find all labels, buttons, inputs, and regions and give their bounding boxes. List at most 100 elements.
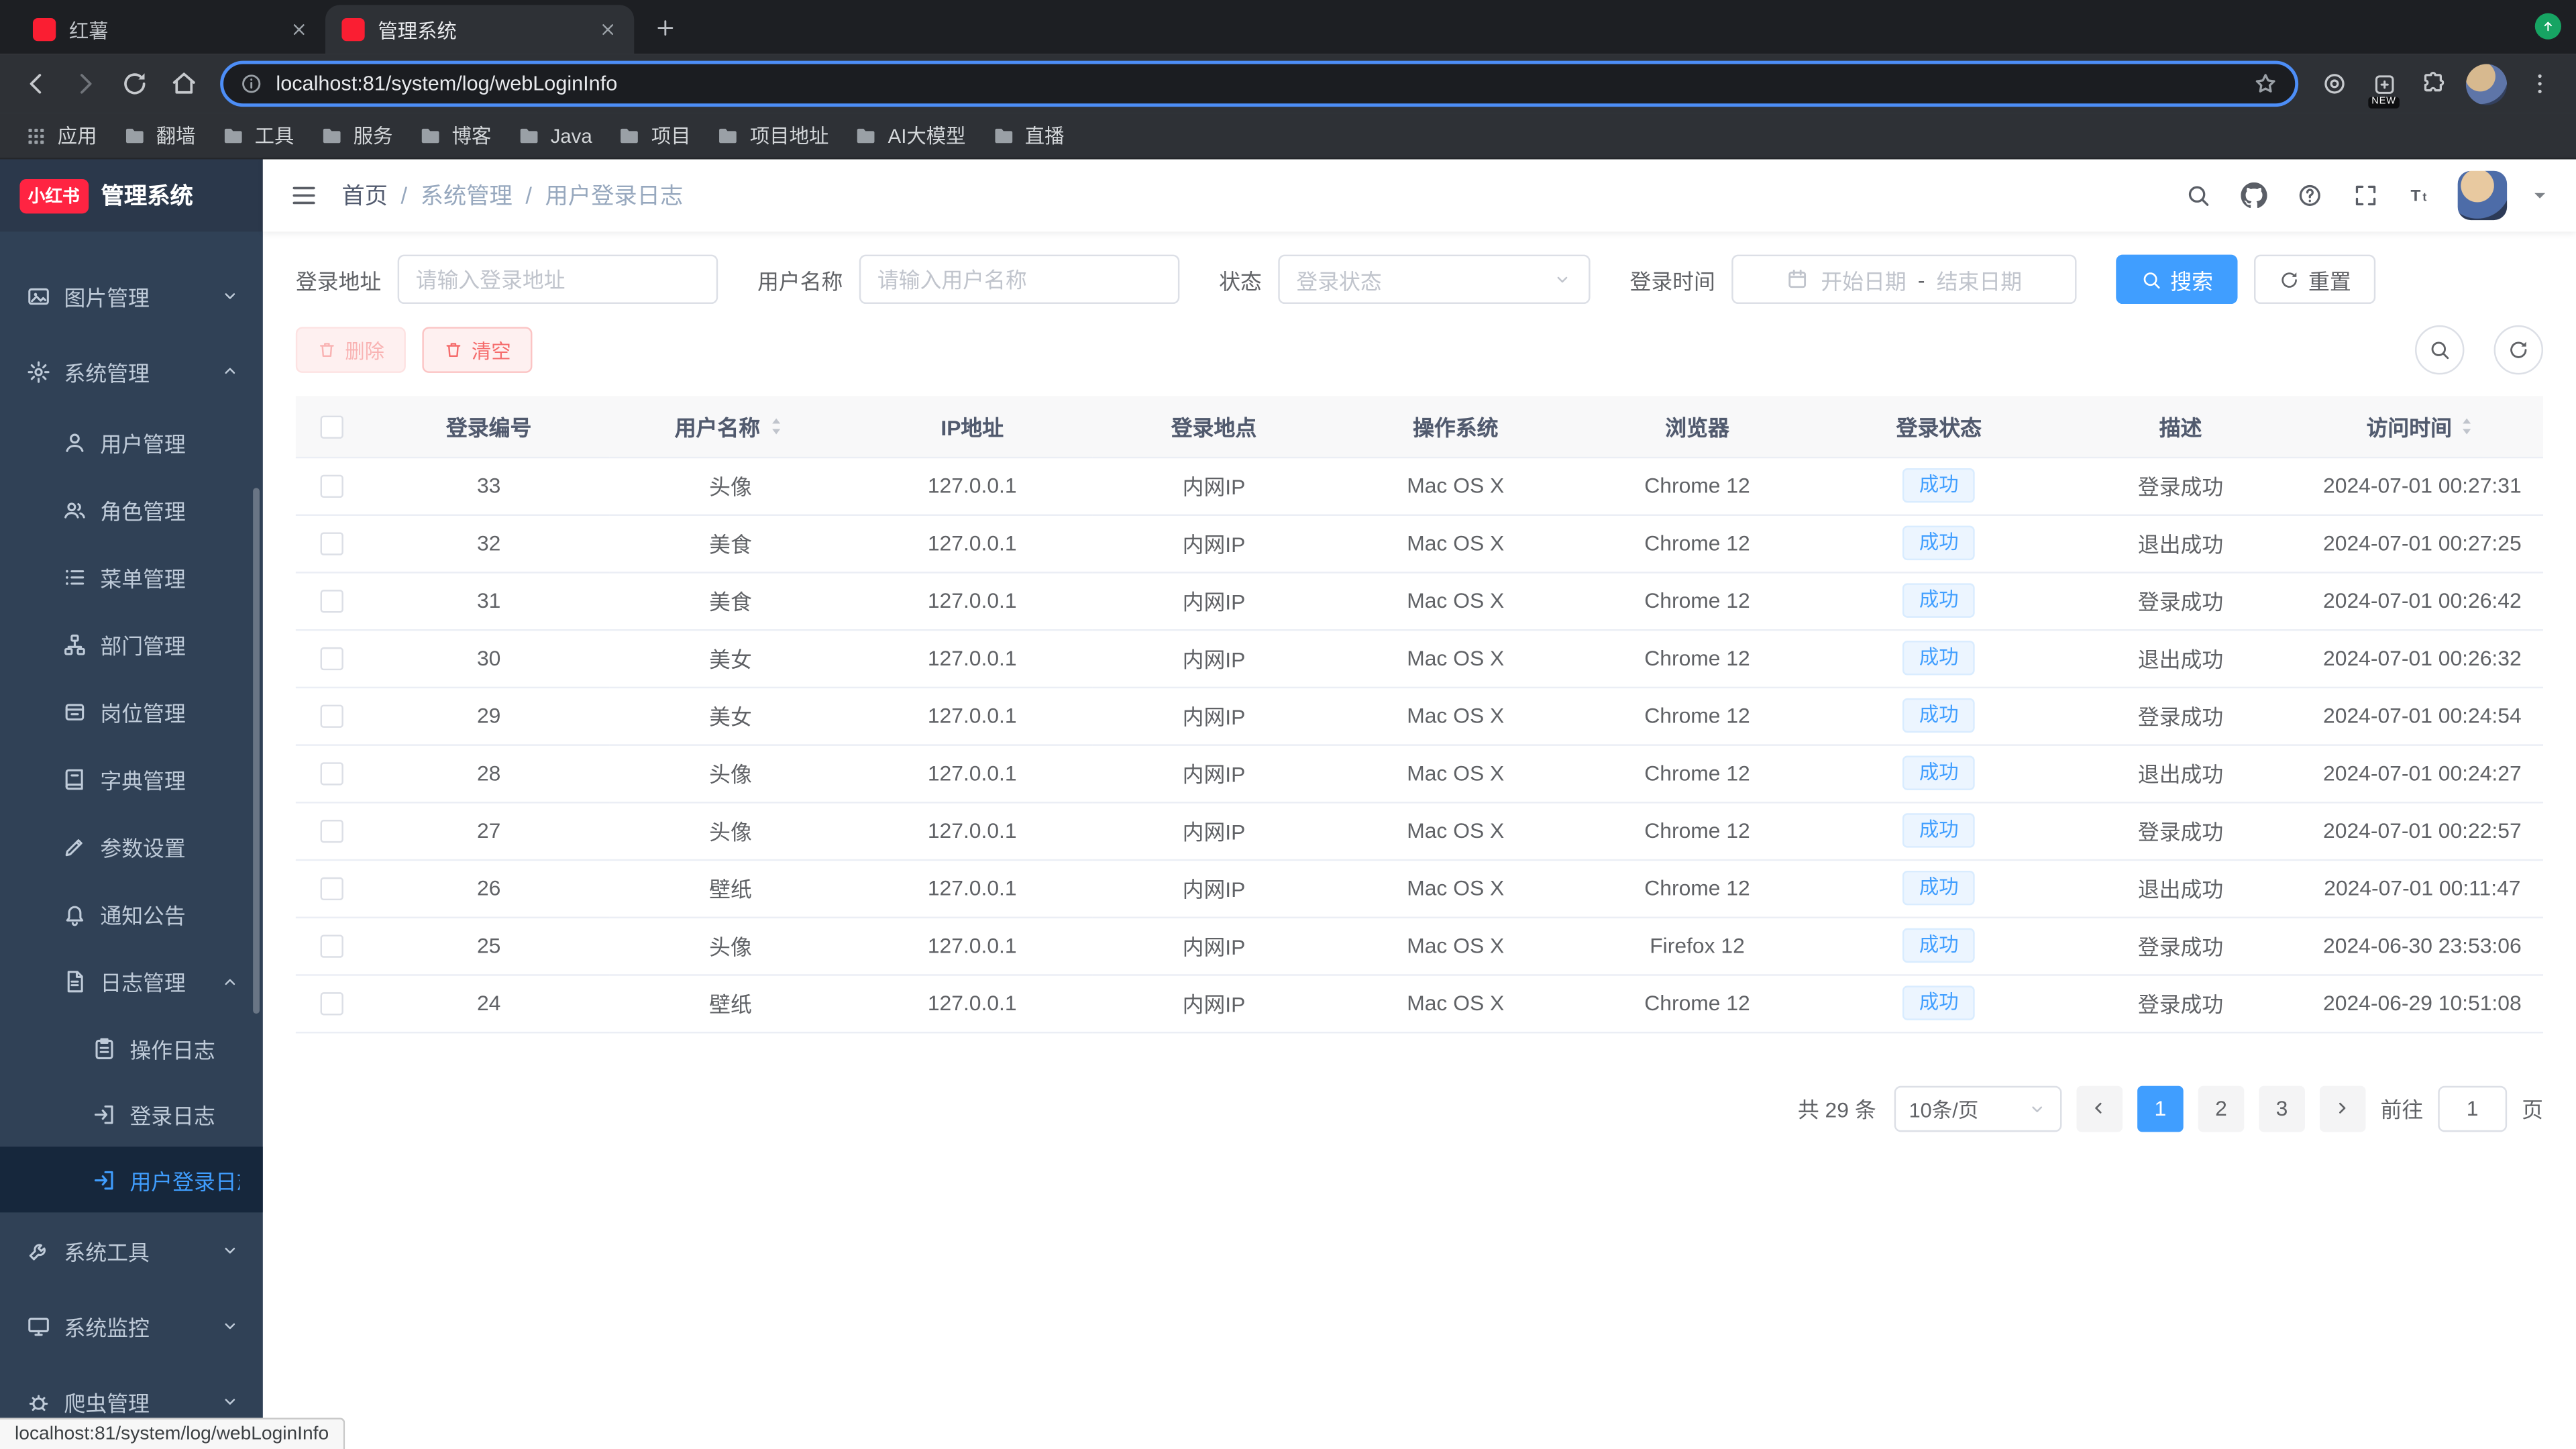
table-row: 33 头像 127.0.0.1 内网IP Mac OS X Chrome 12 成功 登录成功… [295, 456, 2544, 515]
sidebar-item-label: 通知公告 [100, 903, 186, 928]
chevron-down-icon [2027, 1098, 2047, 1118]
forward-button[interactable] [62, 61, 109, 107]
cell-desc: 登录成功 [2059, 916, 2302, 975]
sidebar-item-dept-manage[interactable]: 部门管理 [0, 611, 263, 678]
extension-button-2[interactable]: NEW [2361, 61, 2407, 109]
navbar-fullscreen-button[interactable] [2353, 182, 2379, 209]
sidebar-item-label: 登录日志 [129, 1103, 215, 1128]
reset-button[interactable]: 重置 [2254, 254, 2376, 305]
delete-button[interactable]: 删除 [295, 327, 406, 373]
sidebar-item-picture-manage[interactable]: 图片管理 [0, 258, 263, 333]
browser-menu-button[interactable] [2517, 61, 2563, 107]
sidebar-item-param-settings[interactable]: 参数设置 [0, 813, 263, 880]
sidebar-item-menu-manage[interactable]: 菜单管理 [0, 544, 263, 611]
chevron-up-icon [220, 362, 239, 381]
status-select[interactable]: 登录状态 [1278, 254, 1591, 305]
bookmark-item[interactable]: 翻墙 [112, 117, 207, 154]
page-size-select[interactable]: 10条/页 [1894, 1085, 2062, 1132]
new-tab-button[interactable] [644, 7, 687, 50]
sidebar-item-role-manage[interactable]: 角色管理 [0, 476, 263, 543]
user-avatar[interactable] [2457, 170, 2508, 221]
login-address-input[interactable] [397, 254, 718, 305]
row-checkbox[interactable] [320, 590, 343, 614]
sidebar-item-notice[interactable]: 通知公告 [0, 881, 263, 948]
refresh-table-button[interactable] [2493, 325, 2544, 375]
sidebar-item-dict-manage[interactable]: 字典管理 [0, 746, 263, 813]
bookmark-item[interactable]: 项目地址 [706, 117, 841, 154]
extensions-menu-button[interactable] [2410, 61, 2457, 107]
bookmark-item[interactable]: 服务 [309, 117, 405, 154]
row-checkbox[interactable] [320, 763, 343, 786]
bookmark-item[interactable]: 直播 [981, 117, 1076, 154]
address-bar[interactable]: localhost:81/system/log/webLoginInfo [220, 60, 2299, 107]
home-button[interactable] [161, 61, 207, 107]
font-size-icon: Tt [2408, 182, 2434, 209]
page-content: 登录地址 用户名称 状态 登录状态 [262, 231, 2576, 1449]
hamburger-icon[interactable] [289, 180, 319, 210]
breadcrumb-item[interactable]: 首页 [341, 179, 388, 212]
row-checkbox[interactable] [320, 992, 343, 1016]
column-label: 描述 [2159, 415, 2202, 440]
cell-location: 内网IP [1093, 456, 1335, 515]
bookmark-item[interactable]: Java [506, 119, 603, 152]
sidebar-item-oper-log[interactable]: 操作日志 [0, 1015, 263, 1081]
navbar-font-size-button[interactable]: Tt [2408, 182, 2434, 209]
logo-badge: 小红书 [19, 178, 89, 213]
page-button-2[interactable]: 2 [2198, 1085, 2245, 1132]
browser-tab-1[interactable]: 红薯 [16, 5, 325, 54]
bookmark-item[interactable]: 博客 [408, 117, 503, 154]
sidebar-item-system-tools[interactable]: 系统工具 [0, 1212, 263, 1288]
bookmark-item[interactable]: 应用 [13, 117, 109, 154]
cell-time: 2024-06-29 10:51:08 [2301, 974, 2544, 1033]
bookmark-item[interactable]: 工具 [211, 117, 306, 154]
caret-down-icon[interactable] [2530, 186, 2549, 205]
star-icon[interactable] [2253, 70, 2279, 97]
profile-avatar[interactable] [2465, 63, 2508, 105]
sidebar-item-user-login-log[interactable]: 用户登录日志 [0, 1146, 263, 1213]
dict-icon [62, 767, 87, 792]
app-logo[interactable]: 小红书 管理系统 [0, 159, 263, 232]
tab-close-button[interactable] [595, 16, 621, 42]
login-time-range[interactable]: 开始日期 - 结束日期 [1731, 254, 2077, 305]
next-page-button[interactable] [2319, 1085, 2366, 1132]
row-checkbox[interactable] [320, 533, 343, 556]
browser-update-icon[interactable] [2534, 13, 2561, 40]
sidebar-item-system-monitor[interactable]: 系统监控 [0, 1288, 263, 1364]
clear-button[interactable]: 清空 [422, 327, 533, 373]
page-button-1[interactable]: 1 [2137, 1085, 2184, 1132]
search-button[interactable]: 搜索 [2116, 254, 2238, 305]
back-button[interactable] [13, 61, 60, 107]
select-all-checkbox[interactable] [320, 415, 343, 439]
column-header-time[interactable]: 访问时间 [2301, 396, 2544, 458]
row-checkbox[interactable] [320, 877, 343, 901]
sidebar-item-system-manage[interactable]: 系统管理 [0, 333, 263, 409]
prev-page-button[interactable] [2076, 1085, 2123, 1132]
sidebar-scrollbar[interactable] [253, 488, 260, 1014]
goto-page-input[interactable] [2438, 1085, 2508, 1132]
navbar-help-button[interactable] [2297, 182, 2323, 209]
tab-close-button[interactable] [286, 16, 312, 42]
row-checkbox[interactable] [320, 935, 343, 959]
sidebar-item-user-manage[interactable]: 用户管理 [0, 409, 263, 476]
extension-button-1[interactable] [2312, 61, 2358, 107]
row-checkbox[interactable] [320, 475, 343, 498]
cell-location: 内网IP [1093, 974, 1335, 1033]
sidebar-item-post-manage[interactable]: 岗位管理 [0, 678, 263, 745]
browser-tab-2[interactable]: 管理系统 [325, 5, 635, 54]
row-checkbox[interactable] [320, 705, 343, 729]
bookmark-item[interactable]: AI大模型 [843, 117, 977, 154]
toggle-search-button[interactable] [2415, 325, 2465, 375]
bookmark-item[interactable]: 项目 [607, 117, 702, 154]
sidebar-item-login-log[interactable]: 登录日志 [0, 1081, 263, 1146]
reload-button[interactable] [112, 61, 158, 107]
column-header-user[interactable]: 用户名称 [609, 396, 852, 458]
page-button-3[interactable]: 3 [2259, 1085, 2305, 1132]
navbar-search-button[interactable] [2185, 182, 2211, 209]
row-checkbox[interactable] [320, 647, 343, 671]
sidebar-item-log-manage[interactable]: 日志管理 [0, 948, 263, 1015]
navbar-github-button[interactable] [2241, 182, 2267, 209]
folder-icon [321, 124, 343, 147]
row-checkbox[interactable] [320, 820, 343, 844]
user-name-input[interactable] [859, 254, 1180, 305]
sidebar-item-label: 操作日志 [129, 1037, 215, 1063]
